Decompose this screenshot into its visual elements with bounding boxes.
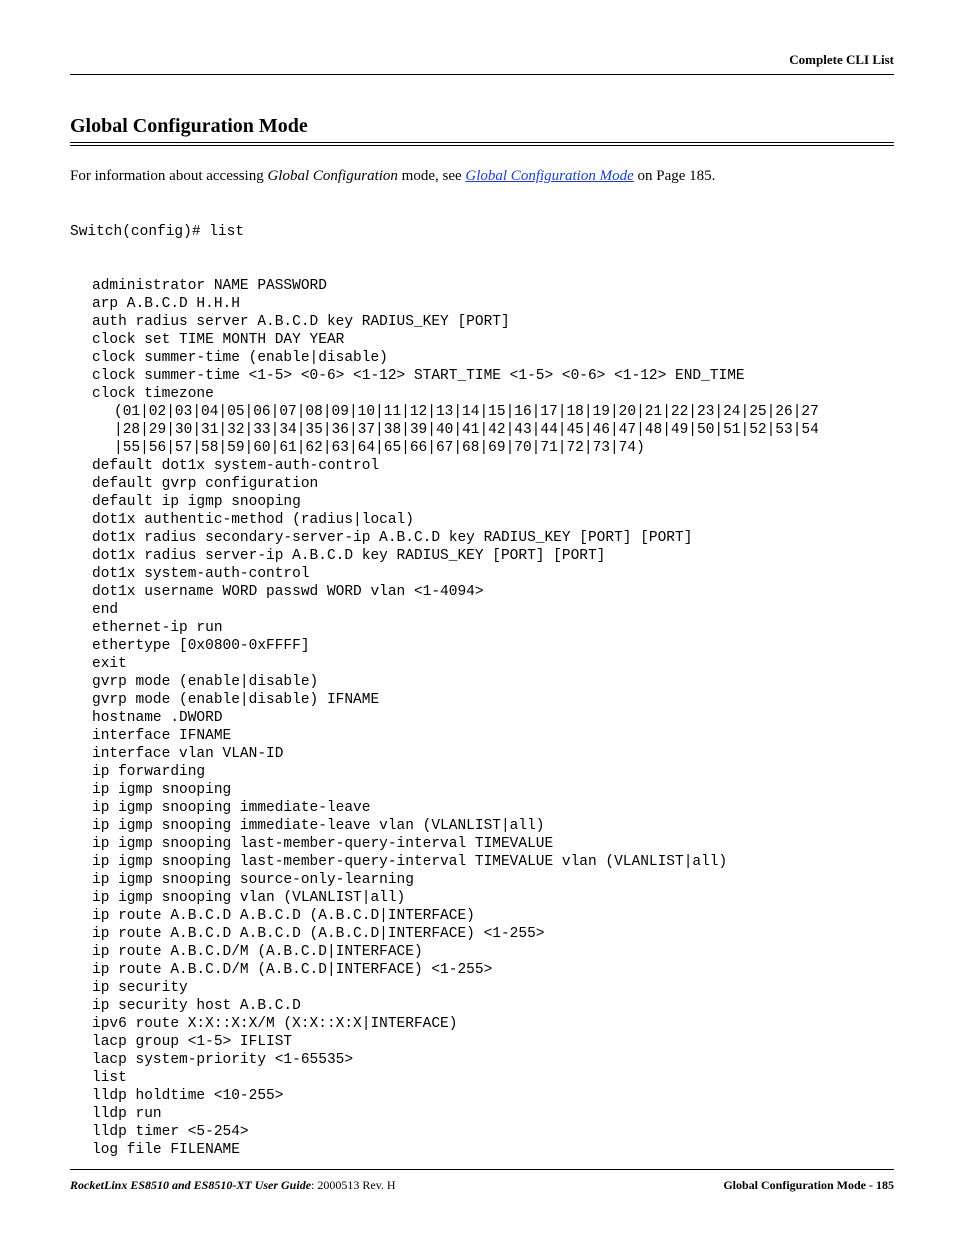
footer-left-rest: : 2000513 Rev. H: [311, 1178, 396, 1192]
cli-line: end: [70, 601, 894, 619]
cli-line: ip igmp snooping last-member-query-inter…: [70, 835, 894, 853]
cli-line: ip security host A.B.C.D: [70, 997, 894, 1015]
cli-line: lacp system-priority <1-65535>: [70, 1051, 894, 1069]
cli-line: ip route A.B.C.D A.B.C.D (A.B.C.D|INTERF…: [70, 907, 894, 925]
cli-line: clock summer-time (enable|disable): [70, 349, 894, 367]
cli-line: dot1x system-auth-control: [70, 565, 894, 583]
cli-line: ip igmp snooping vlan (VLANLIST|all): [70, 889, 894, 907]
cli-line: arp A.B.C.D H.H.H: [70, 295, 894, 313]
cli-line: clock timezone: [70, 385, 894, 403]
cli-line: |55|56|57|58|59|60|61|62|63|64|65|66|67|…: [70, 439, 894, 457]
cli-line: interface IFNAME: [70, 727, 894, 745]
cli-line: ip igmp snooping immediate-leave: [70, 799, 894, 817]
intro-mid: mode, see: [398, 168, 465, 184]
cli-line: administrator NAME PASSWORD: [70, 277, 894, 295]
intro-paragraph: For information about accessing Global C…: [70, 168, 894, 185]
cli-block: Switch(config)# list administrator NAME …: [70, 187, 894, 1195]
page: Complete CLI List Global Configuration M…: [0, 0, 954, 1235]
section-rule: [70, 142, 894, 146]
cli-line: ip igmp snooping source-only-learning: [70, 871, 894, 889]
cli-line: ip igmp snooping immediate-leave vlan (V…: [70, 817, 894, 835]
cli-line: ip igmp snooping last-member-query-inter…: [70, 853, 894, 871]
cli-line: dot1x radius secondary-server-ip A.B.C.D…: [70, 529, 894, 547]
intro-emph: Global Configuration: [267, 168, 397, 184]
cli-line: ethernet-ip run: [70, 619, 894, 637]
intro-link[interactable]: Global Configuration Mode: [465, 168, 633, 184]
section-title: Global Configuration Mode: [70, 115, 894, 138]
cli-line: default gvrp configuration: [70, 475, 894, 493]
cli-line: interface vlan VLAN-ID: [70, 745, 894, 763]
footer-right: Global Configuration Mode - 185: [723, 1178, 894, 1193]
cli-line: ipv6 route X:X::X:X/M (X:X::X:X|INTERFAC…: [70, 1015, 894, 1033]
cli-line: list: [70, 1069, 894, 1087]
cli-line: ip forwarding: [70, 763, 894, 781]
cli-line: gvrp mode (enable|disable) IFNAME: [70, 691, 894, 709]
cli-line: gvrp mode (enable|disable): [70, 673, 894, 691]
cli-line: hostname .DWORD: [70, 709, 894, 727]
header-right: Complete CLI List: [70, 52, 894, 75]
footer-left: RocketLinx ES8510 and ES8510-XT User Gui…: [70, 1178, 396, 1193]
cli-line: log file FILENAME: [70, 1141, 894, 1159]
cli-line: ip route A.B.C.D/M (A.B.C.D|INTERFACE): [70, 943, 894, 961]
cli-line: default dot1x system-auth-control: [70, 457, 894, 475]
cli-line: auth radius server A.B.C.D key RADIUS_KE…: [70, 313, 894, 331]
cli-line: lldp timer <5-254>: [70, 1123, 894, 1141]
cli-line: clock set TIME MONTH DAY YEAR: [70, 331, 894, 349]
footer-left-bold: RocketLinx ES8510 and ES8510-XT User Gui…: [70, 1178, 311, 1192]
cli-line: ip igmp snooping: [70, 781, 894, 799]
footer: RocketLinx ES8510 and ES8510-XT User Gui…: [70, 1169, 894, 1193]
cli-line: lldp holdtime <10-255>: [70, 1087, 894, 1105]
cli-line: dot1x authentic-method (radius|local): [70, 511, 894, 529]
cli-line: (01|02|03|04|05|06|07|08|09|10|11|12|13|…: [70, 403, 894, 421]
cli-line: ethertype [0x0800-0xFFFF]: [70, 637, 894, 655]
cli-line: lacp group <1-5> IFLIST: [70, 1033, 894, 1051]
cli-line: default ip igmp snooping: [70, 493, 894, 511]
cli-line: ip route A.B.C.D/M (A.B.C.D|INTERFACE) <…: [70, 961, 894, 979]
cli-line: ip route A.B.C.D A.B.C.D (A.B.C.D|INTERF…: [70, 925, 894, 943]
cli-line: |28|29|30|31|32|33|34|35|36|37|38|39|40|…: [70, 421, 894, 439]
cli-line: ip security: [70, 979, 894, 997]
cli-prompt: Switch(config)# list: [70, 223, 894, 241]
cli-line: dot1x username WORD passwd WORD vlan <1-…: [70, 583, 894, 601]
cli-line: clock summer-time <1-5> <0-6> <1-12> STA…: [70, 367, 894, 385]
cli-line: lldp run: [70, 1105, 894, 1123]
intro-prefix: For information about accessing: [70, 168, 267, 184]
intro-suffix: on Page 185.: [634, 168, 716, 184]
cli-line: exit: [70, 655, 894, 673]
cli-line: dot1x radius server-ip A.B.C.D key RADIU…: [70, 547, 894, 565]
